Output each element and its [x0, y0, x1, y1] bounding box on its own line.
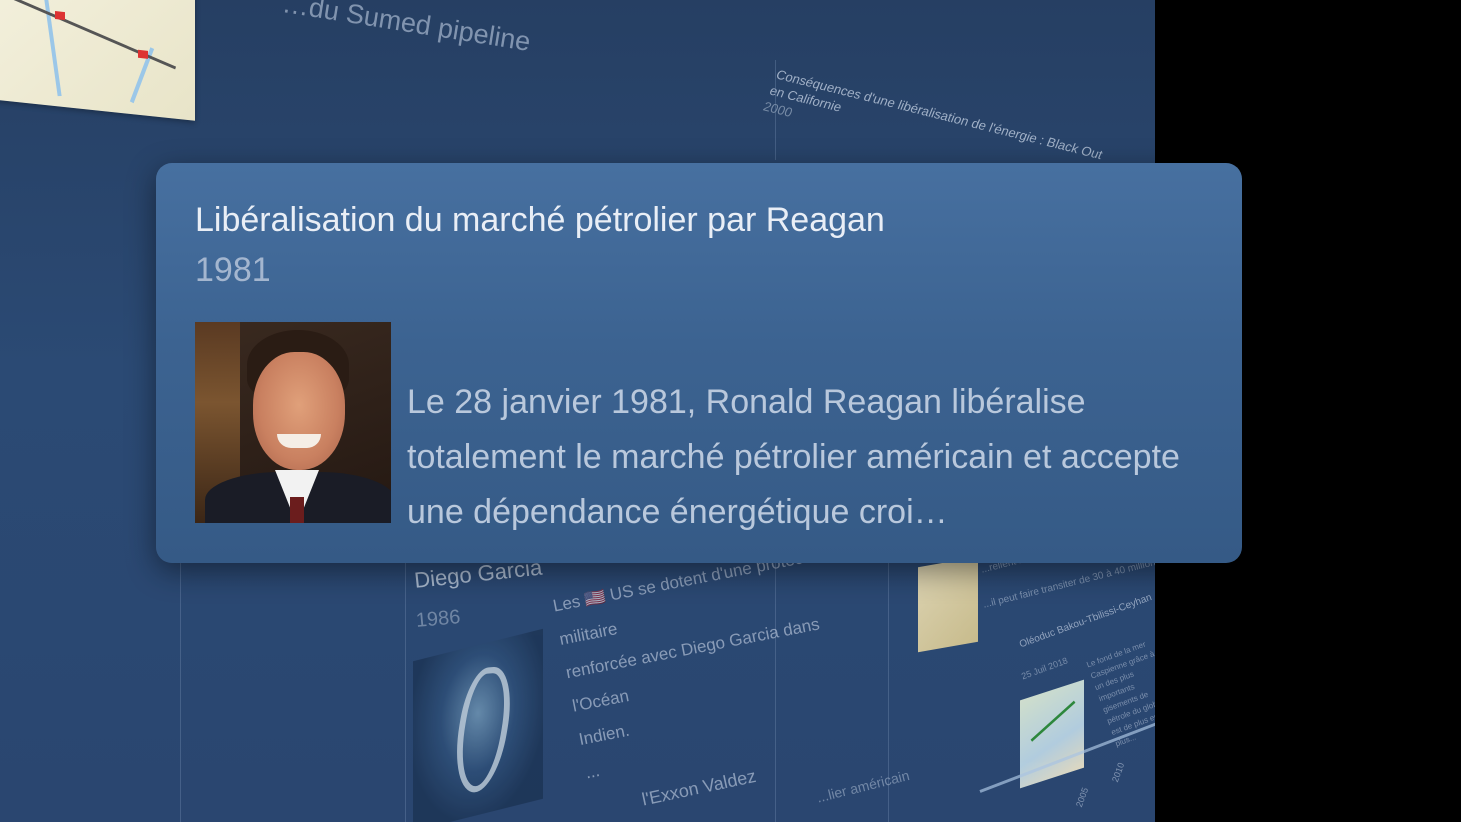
axis-tick-label: 2005 — [1074, 786, 1091, 809]
photo-tie — [290, 497, 304, 523]
axis-tick-label: 2010 — [1110, 761, 1127, 784]
baku-event-description: Le fond de la mer Caspienne grâce à un d… — [1085, 639, 1155, 749]
event-detail-card[interactable]: Libéralisation du marché pétrolier par R… — [156, 163, 1242, 563]
asia-map-thumbnail[interactable] — [918, 556, 978, 653]
map-pipeline-route — [3, 0, 177, 70]
timeline-divider — [405, 560, 406, 822]
timeline-divider — [775, 60, 776, 160]
us-oil-event-title[interactable]: ...lier américain — [815, 767, 911, 805]
baku-event-date: 25 Juil 2018 — [1020, 655, 1070, 682]
sumed-event-title[interactable]: …du Sumed pipeline — [280, 0, 532, 58]
event-title: Libéralisation du marché pétrolier par R… — [195, 201, 885, 239]
diego-garcia-satellite-image[interactable] — [413, 628, 543, 822]
timeline-view: …du Sumed pipeline Conséquences d'une li… — [0, 0, 1461, 822]
event-year: 1981 — [195, 251, 271, 289]
diego-garcia-year: 1986 — [415, 606, 462, 632]
diego-garcia-description: Les 🇺🇸 US se dotent d'une protection mil… — [550, 533, 883, 790]
photo-face — [253, 352, 345, 470]
map-marker — [55, 11, 65, 21]
pipeline-route — [1030, 700, 1076, 742]
map-marker — [138, 49, 148, 59]
atoll-shape — [447, 665, 519, 795]
timeline-divider — [180, 560, 181, 822]
sumed-map-thumbnail[interactable] — [0, 0, 195, 121]
reagan-portrait-image — [195, 322, 391, 523]
event-description: Le 28 janvier 1981, Ronald Reagan libéra… — [407, 383, 1180, 531]
